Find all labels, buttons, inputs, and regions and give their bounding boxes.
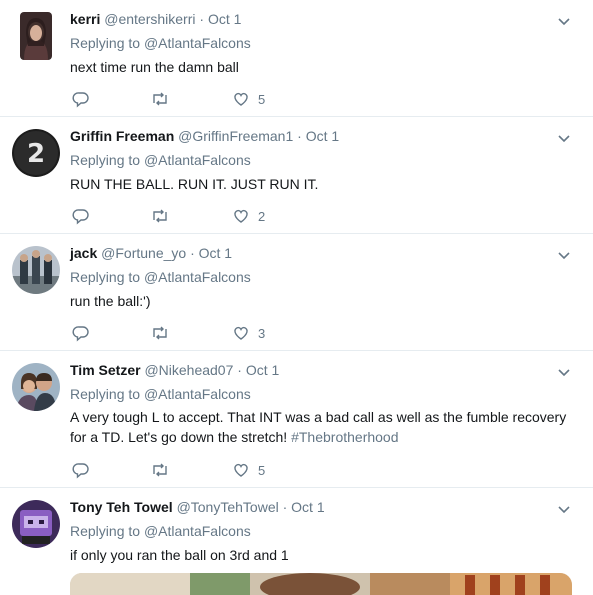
like-count: 5 — [258, 462, 266, 478]
tweet-text: RUN THE BALL. RUN IT. JUST RUN IT. — [70, 176, 319, 192]
tweet-date[interactable]: Oct 1 — [306, 128, 339, 144]
reply-button[interactable] — [72, 90, 90, 108]
replying-handle-link[interactable]: @AtlantaFalcons — [144, 269, 251, 285]
replying-to: Replying to @AtlantaFalcons — [70, 35, 251, 51]
heart-icon — [234, 209, 248, 223]
tweet-text-fragment: for a TD. Let's go down the stretch! — [70, 429, 288, 445]
avatar[interactable] — [12, 363, 60, 411]
display-name[interactable]: kerri — [70, 11, 100, 27]
chevron-down-icon[interactable] — [555, 129, 573, 147]
retweet-button[interactable] — [150, 324, 170, 342]
like-count: 2 — [258, 208, 266, 224]
replying-handle-link[interactable]: @AtlantaFalcons — [144, 152, 251, 168]
heart-icon — [234, 463, 248, 477]
display-name[interactable]: jack — [70, 245, 97, 261]
tweet[interactable]: Tim Setzer @Nikehead07 · Oct 1 Replying … — [0, 351, 593, 488]
user-handle[interactable]: @Nikehead07 — [144, 362, 233, 378]
replying-label: Replying to — [70, 386, 144, 402]
tweet-text: A very tough L to accept. That INT was a… — [70, 407, 570, 447]
retweet-button[interactable] — [150, 461, 170, 479]
tweet-media-image[interactable] — [70, 573, 572, 595]
like-button[interactable]: 5 — [232, 90, 265, 108]
reply-icon — [72, 326, 89, 342]
reply-icon — [72, 463, 89, 479]
reply-button[interactable] — [72, 324, 90, 342]
like-count: 3 — [258, 325, 266, 341]
user-handle[interactable]: @TonyTehTowel — [177, 499, 279, 515]
separator-dot: · — [237, 362, 242, 378]
chevron-down-icon[interactable] — [555, 363, 573, 381]
replying-label: Replying to — [70, 523, 144, 539]
reply-icon — [72, 209, 89, 225]
display-name[interactable]: Tim Setzer — [70, 362, 141, 378]
tweet-text: if only you ran the ball on 3rd and 1 — [70, 547, 289, 563]
reply-button[interactable] — [72, 461, 90, 479]
separator-dot: · — [190, 245, 195, 261]
retweet-icon — [153, 463, 167, 477]
reply-icon — [72, 92, 89, 108]
replying-to: Replying to @AtlantaFalcons — [70, 152, 251, 168]
retweet-button[interactable] — [150, 207, 170, 225]
avatar[interactable]: 2 — [12, 129, 60, 177]
replying-label: Replying to — [70, 269, 144, 285]
like-button[interactable]: 2 — [232, 207, 265, 225]
replying-handle-link[interactable]: @AtlantaFalcons — [144, 386, 251, 402]
chevron-down-icon[interactable] — [555, 12, 573, 30]
avatar[interactable] — [20, 12, 52, 60]
display-name[interactable]: Tony Teh Towel — [70, 499, 173, 515]
chevron-down-icon[interactable] — [555, 246, 573, 264]
replying-to: Replying to @AtlantaFalcons — [70, 523, 251, 539]
tweet-date[interactable]: Oct 1 — [199, 245, 232, 261]
tweet[interactable]: jack @Fortune_yo · Oct 1 Replying to @At… — [0, 234, 593, 351]
avatar[interactable] — [12, 246, 60, 294]
replying-to: Replying to @AtlantaFalcons — [70, 386, 251, 402]
tweet-date[interactable]: Oct 1 — [246, 362, 279, 378]
like-count: 5 — [258, 91, 266, 107]
retweet-icon — [153, 209, 167, 223]
replying-label: Replying to — [70, 35, 144, 51]
tweet-text: next time run the damn ball — [70, 59, 239, 75]
tweet-text: run the ball:') — [70, 293, 151, 309]
tweet[interactable]: Tony Teh Towel @TonyTehTowel · Oct 1 Rep… — [0, 488, 593, 595]
user-handle[interactable]: @Fortune_yo — [101, 245, 186, 261]
like-button[interactable]: 5 — [232, 461, 265, 479]
tweet-text-line: for a TD. Let's go down the stretch! #Th… — [70, 427, 570, 447]
tweet-date[interactable]: Oct 1 — [208, 11, 241, 27]
separator-dot: · — [297, 128, 302, 144]
tweet-text-line: A very tough L to accept. That INT was a… — [70, 409, 567, 425]
user-handle[interactable]: @GriffinFreeman1 — [178, 128, 293, 144]
retweet-button[interactable] — [150, 90, 170, 108]
replying-to: Replying to @AtlantaFalcons — [70, 269, 251, 285]
tweet[interactable]: kerri @entershikerri · Oct 1 Replying to… — [0, 0, 593, 117]
heart-icon — [234, 92, 248, 106]
avatar[interactable] — [12, 500, 60, 548]
replying-handle-link[interactable]: @AtlantaFalcons — [144, 35, 251, 51]
replying-label: Replying to — [70, 152, 144, 168]
chevron-down-icon[interactable] — [555, 500, 573, 518]
user-handle[interactable]: @entershikerri — [104, 11, 195, 27]
retweet-icon — [153, 326, 167, 340]
tweet-date[interactable]: Oct 1 — [291, 499, 324, 515]
replying-handle-link[interactable]: @AtlantaFalcons — [144, 523, 251, 539]
heart-icon — [234, 326, 248, 340]
reply-button[interactable] — [72, 207, 90, 225]
display-name[interactable]: Griffin Freeman — [70, 128, 174, 144]
separator-dot: · — [199, 11, 205, 27]
separator-dot: · — [282, 499, 288, 515]
tweet[interactable]: 2 Griffin Freeman @GriffinFreeman1 · Oct… — [0, 117, 593, 234]
retweet-icon — [153, 92, 167, 106]
svg-text:2: 2 — [27, 139, 45, 169]
like-button[interactable]: 3 — [232, 324, 265, 342]
hashtag-link[interactable]: #Thebrotherhood — [291, 429, 398, 445]
